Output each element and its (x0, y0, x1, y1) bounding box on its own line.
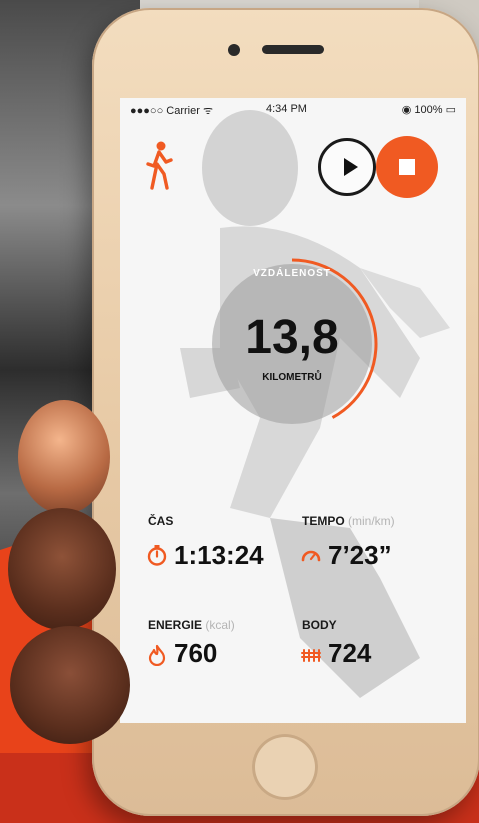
points-stat-label: BODY (302, 618, 337, 632)
tempo-unit: (min/km) (348, 514, 395, 528)
distance-label: VZDÁLENOST (253, 268, 331, 279)
stop-button[interactable] (376, 136, 438, 198)
energy-stat-label: ENERGIE (kcal) (148, 618, 235, 632)
time-stat-value: 1:13:24 (174, 540, 264, 570)
scene: ●●●○○ Carrier ᯤ 4:34 PM ◉ 100% ▭ VZDÁLEN… (0, 0, 479, 823)
stopwatch-icon (147, 545, 167, 566)
finger-bottom (10, 626, 130, 744)
phone-speaker (262, 45, 324, 54)
tempo-stat-value: 7’23” (328, 540, 392, 570)
finger-middle (8, 508, 116, 630)
distance-value: 13,8 (245, 311, 339, 364)
status-time: 4:34 PM (266, 103, 307, 115)
energy-unit: (kcal) (205, 618, 235, 632)
time-stat-label: ČAS (148, 514, 174, 528)
tempo-stat-label: TEMPO (min/km) (302, 514, 395, 528)
energy-stat-value: 760 (174, 638, 218, 668)
app-screen: ●●●○○ Carrier ᯤ 4:34 PM ◉ 100% ▭ VZDÁLEN… (120, 98, 466, 723)
points-stat-value: 724 (328, 638, 372, 668)
play-button[interactable] (318, 138, 376, 196)
battery-indicator: ◉ 100% ▭ (401, 104, 456, 116)
points-icon (301, 649, 321, 662)
finger-top (18, 400, 110, 514)
speedometer-icon (301, 550, 321, 562)
carrier-signal: ●●●○○ Carrier ᯤ (130, 105, 213, 117)
flame-icon (148, 644, 166, 666)
phone-camera (228, 44, 240, 56)
walking-person-icon[interactable] (144, 140, 174, 190)
distance-unit: KILOMETRŮ (262, 372, 322, 383)
home-button[interactable] (252, 734, 318, 800)
status-bar: ●●●○○ Carrier ᯤ 4:34 PM ◉ 100% ▭ (120, 98, 466, 120)
